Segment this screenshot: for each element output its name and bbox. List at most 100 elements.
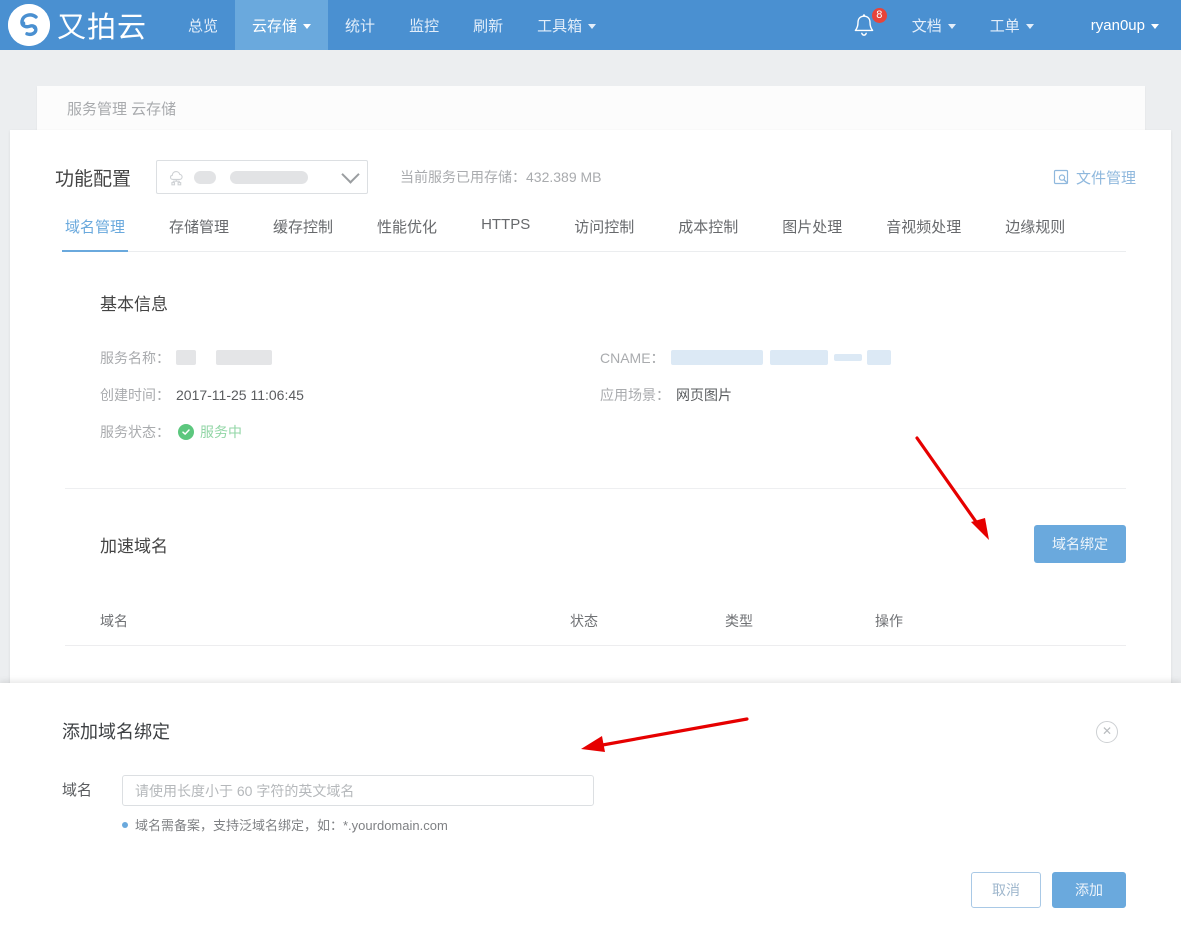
info-value-created-time: 2017-11-25 11:06:45 <box>176 386 304 403</box>
service-name-redacted-b <box>216 350 272 365</box>
info-label-use-case: 应用场景： <box>600 386 670 403</box>
file-manager-link[interactable]: 文件管理 <box>1053 167 1136 188</box>
domain-input-hint-text: 域名需备案，支持泛域名绑定，如：*.yourdomain.com <box>135 818 448 833</box>
add-button[interactable]: 添加 <box>1052 872 1126 908</box>
nav-item-refresh[interactable]: 刷新 <box>456 0 520 50</box>
tab-cache-control[interactable]: 缓存控制 <box>273 216 333 251</box>
nav-item-tickets[interactable]: 工单 <box>973 0 1051 50</box>
nav-item-overview[interactable]: 总览 <box>171 0 235 50</box>
tab-edge-rules-label: 边缘规则 <box>1005 219 1066 236</box>
nav-item-docs[interactable]: 文档 <box>895 0 973 50</box>
tab-performance-optimization[interactable]: 性能优化 <box>377 216 437 251</box>
tab-cost-control-label: 成本控制 <box>678 219 739 236</box>
table-header-type: 类型 <box>725 613 753 629</box>
status-badge-label: 服务中 <box>200 423 242 440</box>
service-select-value-redacted-a <box>194 170 217 184</box>
chevron-down-icon <box>1025 23 1034 29</box>
page-title: 功能配置 <box>55 168 132 190</box>
info-row-cname: CNAME： <box>600 339 1100 376</box>
tab-access-control-label: 访问控制 <box>574 219 635 236</box>
nav-right-group: 8 文档 工单 ryan0up <box>841 0 1181 50</box>
chevron-down-icon <box>341 164 360 184</box>
check-circle-icon <box>178 423 194 440</box>
modal-title: 添加域名绑定 <box>62 722 170 742</box>
info-label-cname: CNAME： <box>600 349 665 366</box>
chevron-down-icon <box>947 23 956 29</box>
accel-domain-header: 加速域名 域名绑定 <box>10 525 1171 563</box>
table-header-actions: 操作 <box>875 613 903 629</box>
basic-info-column-right: CNAME： 应用场景： 网页图片 <box>600 339 1100 450</box>
breadcrumb: 服务管理 云存储 <box>37 86 1145 130</box>
nav-item-monitoring[interactable]: 监控 <box>392 0 456 50</box>
brand-logo-text: 又拍云 <box>57 10 148 44</box>
info-row-use-case: 应用场景： 网页图片 <box>600 376 1100 413</box>
nav-item-refresh-label: 刷新 <box>473 17 504 35</box>
nav-item-toolbox-label: 工具箱 <box>537 17 583 35</box>
table-header-status: 状态 <box>570 613 598 629</box>
domain-table-header: 域名 状态 类型 操作 <box>10 611 1171 631</box>
feature-tabs: 域名管理 存储管理 缓存控制 性能优化 HTTPS 访问控制 成本控制 图片处理… <box>61 216 1126 252</box>
storage-usage-text: 当前服务已用存储：432.389 MB <box>400 169 602 185</box>
chevron-down-icon <box>1151 23 1159 29</box>
file-manager-icon <box>1053 169 1069 185</box>
breadcrumb-text: 服务管理 云存储 <box>67 100 177 118</box>
nav-item-monitoring-label: 监控 <box>409 17 440 35</box>
info-label-service-status: 服务状态： <box>100 423 170 440</box>
bullet-dot-icon <box>122 821 128 828</box>
service-select[interactable] <box>156 160 369 194</box>
file-manager-label: 文件管理 <box>1075 169 1136 187</box>
tab-access-control[interactable]: 访问控制 <box>574 216 634 251</box>
notification-count-badge: 8 <box>871 8 887 23</box>
info-row-created-time: 创建时间： 2017-11-25 11:06:45 <box>100 376 600 413</box>
tab-av-processing-label: 音视频处理 <box>886 219 962 236</box>
basic-info-title: 基本信息 <box>100 295 168 314</box>
tab-image-processing[interactable]: 图片处理 <box>782 216 842 251</box>
nav-item-cloud-storage-label: 云存储 <box>252 17 298 35</box>
basic-info-section: 基本信息 服务名称： 创建时间： 2017-11-25 11:06:45 服务状… <box>10 290 1171 450</box>
close-circle-icon[interactable]: ✕ <box>1096 721 1118 743</box>
nav-item-cloud-storage[interactable]: 云存储 <box>235 0 329 50</box>
table-header-rule <box>65 645 1126 646</box>
nav-item-overview-label: 总览 <box>188 17 219 35</box>
tab-https-label: HTTPS <box>481 216 531 233</box>
nav-item-statistics[interactable]: 统计 <box>328 0 392 50</box>
main-content-panel: 功能配置 当前服务已用存储：432.389 MB 文件管理 域名管理 存储管理 … <box>10 130 1171 690</box>
cloud-node-icon <box>169 171 183 186</box>
tab-image-processing-label: 图片处理 <box>782 219 843 236</box>
bind-domain-button[interactable]: 域名绑定 <box>1034 525 1126 563</box>
domain-field-label: 域名 <box>62 782 93 799</box>
tab-storage-management[interactable]: 存储管理 <box>169 216 229 251</box>
domain-input-hint: 域名需备案，支持泛域名绑定，如：*.yourdomain.com <box>122 815 594 834</box>
domain-input[interactable] <box>122 775 594 806</box>
notification-button[interactable]: 8 <box>841 0 895 50</box>
panel-header: 功能配置 当前服务已用存储：432.389 MB 文件管理 <box>10 130 1171 194</box>
tab-domain-management-label: 域名管理 <box>65 219 126 236</box>
nav-item-toolbox[interactable]: 工具箱 <box>520 0 613 50</box>
user-menu[interactable]: ryan0up <box>1051 0 1181 50</box>
tab-domain-management[interactable]: 域名管理 <box>61 216 129 252</box>
info-row-service-status: 服务状态： 服务中 <box>100 413 600 450</box>
info-row-service-name: 服务名称： <box>100 339 600 376</box>
tab-storage-management-label: 存储管理 <box>169 219 230 236</box>
tab-av-processing[interactable]: 音视频处理 <box>886 216 961 251</box>
tab-https[interactable]: HTTPS <box>481 216 530 251</box>
tab-edge-rules[interactable]: 边缘规则 <box>1005 216 1065 251</box>
basic-info-grid: 服务名称： 创建时间： 2017-11-25 11:06:45 服务状态： 服务… <box>100 339 1126 450</box>
info-label-created-time: 创建时间： <box>100 386 170 403</box>
brand-logo[interactable]: 又拍云 <box>0 0 171 50</box>
domain-form-row: 域名 域名需备案，支持泛域名绑定，如：*.yourdomain.com <box>62 775 594 834</box>
service-name-redacted-a <box>176 350 196 365</box>
upyun-swirl-logo-icon <box>8 4 50 46</box>
main-nav-items: 总览 云存储 统计 监控 刷新 工具箱 <box>171 0 613 50</box>
nav-item-statistics-label: 统计 <box>345 17 376 35</box>
chevron-down-icon <box>588 23 597 29</box>
nav-item-tickets-label: 工单 <box>989 17 1020 35</box>
user-menu-label: ryan0up <box>1090 16 1145 34</box>
tab-cost-control[interactable]: 成本控制 <box>678 216 738 251</box>
chevron-down-icon <box>303 23 312 29</box>
info-label-service-name: 服务名称： <box>100 349 170 366</box>
section-divider <box>65 488 1126 489</box>
top-navigation-bar: 又拍云 总览 云存储 统计 监控 刷新 工具箱 8 文档 工单 ryan0up <box>0 0 1181 50</box>
table-header-domain: 域名 <box>100 613 128 629</box>
cancel-button[interactable]: 取消 <box>971 872 1041 908</box>
